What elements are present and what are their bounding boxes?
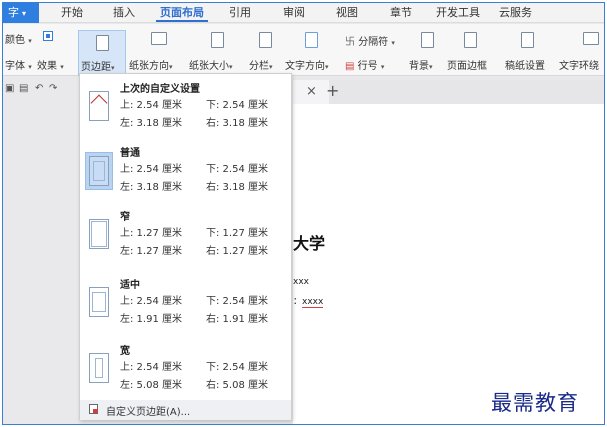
chevron-down-icon: ▾ [269,63,273,71]
theme-icon[interactable] [43,31,53,41]
orientation-icon [151,32,167,45]
text-wrap-icon [583,32,599,45]
text-direction-icon [305,32,318,48]
chevron-down-icon: ▾ [229,63,233,71]
columns-button[interactable]: 分栏▾ [247,32,283,74]
theme-effect-button[interactable]: 效果 ▾ [37,57,64,72]
normal-margin-icon [85,152,113,190]
margin-preset-narrow[interactable]: 窄 上: 1.27 厘米 下: 1.27 厘米 左: 1.27 厘米 右: 1.… [80,202,291,266]
margin-preset-normal[interactable]: 普通 上: 2.54 厘米 下: 2.54 厘米 左: 3.18 厘米 右: 3… [80,138,291,202]
document-tab[interactable]: × [293,80,329,104]
custom-margins-menu-item[interactable]: 自定义页边距(A)... [80,400,291,420]
margin-preset-last-custom[interactable]: 上次的自定义设置 上: 2.54 厘米 下: 2.54 厘米 左: 3.18 厘… [80,74,291,138]
columns-icon [259,32,272,48]
chevron-down-icon: ▾ [429,63,433,71]
text-wrap-button[interactable]: 文字环绕 [559,32,604,74]
last-custom-margin-icon [85,88,113,126]
custom-margins-icon [89,404,98,414]
line-number-button[interactable]: ▤ 行号 ▾ [345,57,384,72]
paper-size-button[interactable]: 纸张大小▾ [189,32,247,74]
document-line: xxx [293,277,309,287]
page-border-icon [464,32,477,48]
undo-icon[interactable]: ↶ [35,83,43,94]
redo-icon[interactable]: ↷ [49,83,57,94]
margins-dropdown: 上次的自定义设置 上: 2.54 厘米 下: 2.54 厘米 左: 3.18 厘… [79,73,292,420]
app-menu-button[interactable]: 字 ▾ [3,3,39,23]
margin-preset-moderate[interactable]: 适中 上: 2.54 厘米 下: 2.54 厘米 左: 1.91 厘米 右: 1… [80,270,291,334]
print-icon[interactable]: ▤ [19,83,28,94]
chevron-down-icon: ▾ [325,63,329,71]
tab-review[interactable]: 审阅 [283,3,305,23]
watermark: 最需教育 [491,391,579,415]
chevron-down-icon: ▾ [28,37,32,45]
ribbon: 颜色 ▾ 字体 ▾ 效果 ▾ 页边距▾ 纸张方向▾ 纸张大小▾ 分栏▾ 文字方向… [3,24,604,76]
chevron-down-icon: ▾ [111,64,115,72]
separator-icon: 卐 [345,37,355,48]
document-line: ：xxxx [293,297,324,308]
tab-chapter[interactable]: 章节 [390,3,412,23]
separator-button[interactable]: 卐 分隔符 ▾ [345,33,395,48]
page-border-button[interactable]: 页面边框 [447,32,495,74]
menu-bar: 字 ▾ 开始 插入 页面布局 引用 审阅 视图 章节 开发工具 云服务 [3,3,604,23]
paper-setup-button[interactable]: 稿纸设置 [505,32,551,74]
margin-preset-wide[interactable]: 宽 上: 2.54 厘米 下: 2.54 厘米 左: 5.08 厘米 右: 5.… [80,336,291,400]
chevron-down-icon: ▾ [380,63,385,71]
chevron-down-icon: ▾ [391,39,395,47]
tab-home[interactable]: 开始 [61,3,83,23]
chevron-down-icon: ▾ [28,63,32,71]
close-icon[interactable]: × [306,84,317,99]
document-page[interactable]: 大学 xxx ：xxxx [293,104,604,424]
narrow-margin-icon [85,216,113,254]
background-button[interactable]: 背景▾ [409,32,445,74]
paper-setup-icon [521,32,534,48]
orientation-button[interactable]: 纸张方向▾ [129,32,187,74]
moderate-margin-icon [85,284,113,322]
text-direction-button[interactable]: 文字方向▾ [283,32,341,74]
tab-insert[interactable]: 插入 [113,3,135,23]
app-window: 字 ▾ 开始 插入 页面布局 引用 审阅 视图 章节 开发工具 云服务 颜色 ▾ … [2,2,605,425]
chevron-down-icon: ▾ [169,63,173,71]
save-icon[interactable]: ▣ [5,83,14,94]
tab-page-layout[interactable]: 页面布局 [156,3,208,23]
paper-size-icon [211,32,224,48]
theme-font-button[interactable]: 字体 ▾ [5,57,32,72]
add-tab-icon[interactable]: + [326,81,339,100]
tab-references[interactable]: 引用 [229,3,251,23]
chevron-down-icon: ▾ [60,63,64,71]
document-tab-bar: × + [293,80,604,104]
margins-icon [96,35,109,51]
line-number-icon: ▤ [345,61,355,72]
document-heading: 大学 [293,234,326,253]
chevron-down-icon: ▾ [22,9,27,18]
theme-color-button[interactable]: 颜色 ▾ [5,31,32,46]
tab-cloud[interactable]: 云服务 [499,3,532,23]
tab-view[interactable]: 视图 [336,3,358,23]
wide-margin-icon [85,350,113,388]
background-icon [421,32,434,48]
margins-button[interactable]: 页边距▾ [78,30,126,76]
tab-developer[interactable]: 开发工具 [436,3,480,23]
